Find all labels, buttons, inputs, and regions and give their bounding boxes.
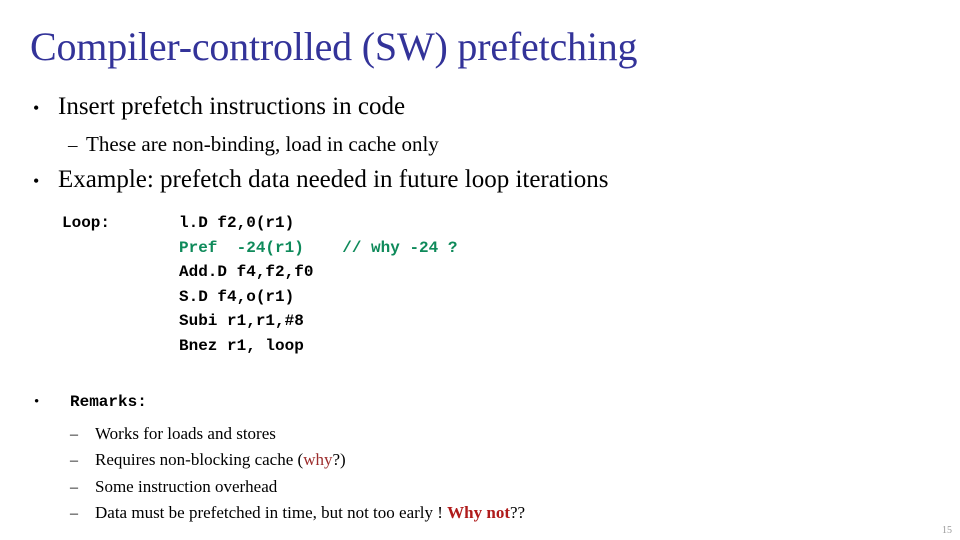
bullet-dash-icon: – [68,135,78,156]
remark-item-text: Requires non-blocking cache (why?) [95,449,346,471]
bullet-insert-prefetch-label: Insert prefetch instructions in code [58,93,406,120]
slide-canvas: Compiler-controlled (SW) prefetching • I… [0,0,960,540]
remarks-heading: • Remarks: [34,393,147,411]
code-line: Bnez r1, loop [62,334,457,359]
bullet-non-binding: – These are non-binding, load in cache o… [68,131,439,159]
code-instruction: Bnez r1, loop [179,336,304,355]
code-instruction: Pref -24(r1) [179,238,304,257]
page-number: 15 [942,525,952,536]
bullet-dash-icon: – [70,505,78,522]
remark-item-text: Data must be prefetched in time, but not… [95,502,525,524]
code-instruction: l.D f2,0(r1) [179,214,295,232]
code-instruction: S.D f4,o(r1) [179,287,295,306]
code-line: Subi r1,r1,#8 [62,309,457,334]
bullet-example-label: Example: prefetch data needed in future … [58,166,609,193]
remark-item-text: Works for loads and stores [95,423,276,445]
remark-text-emphasis: why [303,450,333,469]
remark-text-pre: Works for loads and stores [95,424,276,443]
remark-text-post: ?? [510,503,526,522]
code-line: Add.D f4,f2,f0 [62,260,457,285]
remark-text-pre: Data must be prefetched in time, but not… [95,503,448,522]
bullet-dash-icon: – [70,479,78,496]
bullet-dot-icon: • [33,98,40,118]
remark-item-text: Some instruction overhead [95,476,277,498]
bullet-example: • Example: prefetch data needed in futur… [33,165,608,196]
code-line: Loop: l.D f2,0(r1) [62,211,457,236]
code-line: S.D f4,o(r1) [62,285,457,310]
remark-text-pre: Requires non-blocking cache ( [95,450,304,469]
remark-text-post: ?) [332,450,346,469]
remark-item: – Works for loads and stores [70,423,276,446]
code-comment: // why -24 ? [303,238,458,257]
page-title: Compiler-controlled (SW) prefetching [30,24,638,69]
code-label: Loop: [62,214,111,232]
bullet-dash-icon: – [70,452,78,469]
bullet-dash-icon: – [70,426,78,443]
code-listing: Loop: l.D f2,0(r1) Pref -24(r1) // why -24… [62,211,457,358]
bullet-dot-icon: • [33,171,40,191]
remarks-heading-label: Remarks: [70,393,147,411]
bullet-insert-prefetch: • Insert prefetch instructions in code [33,92,405,123]
bullet-non-binding-label: These are non-binding, load in cache onl… [86,132,439,156]
code-instruction: Subi r1,r1,#8 [179,312,304,330]
bullet-dot-icon: • [34,394,40,410]
remark-item: – Requires non-blocking cache (why?) [70,449,346,472]
remark-item: – Data must be prefetched in time, but n… [70,502,525,525]
code-instruction: Add.D f4,f2,f0 [179,263,314,281]
code-line: Pref -24(r1) // why -24 ? [62,236,457,261]
remark-text-emphasis: Why not [447,503,510,522]
remark-text-pre: Some instruction overhead [95,477,278,496]
remark-item: – Some instruction overhead [70,476,277,499]
